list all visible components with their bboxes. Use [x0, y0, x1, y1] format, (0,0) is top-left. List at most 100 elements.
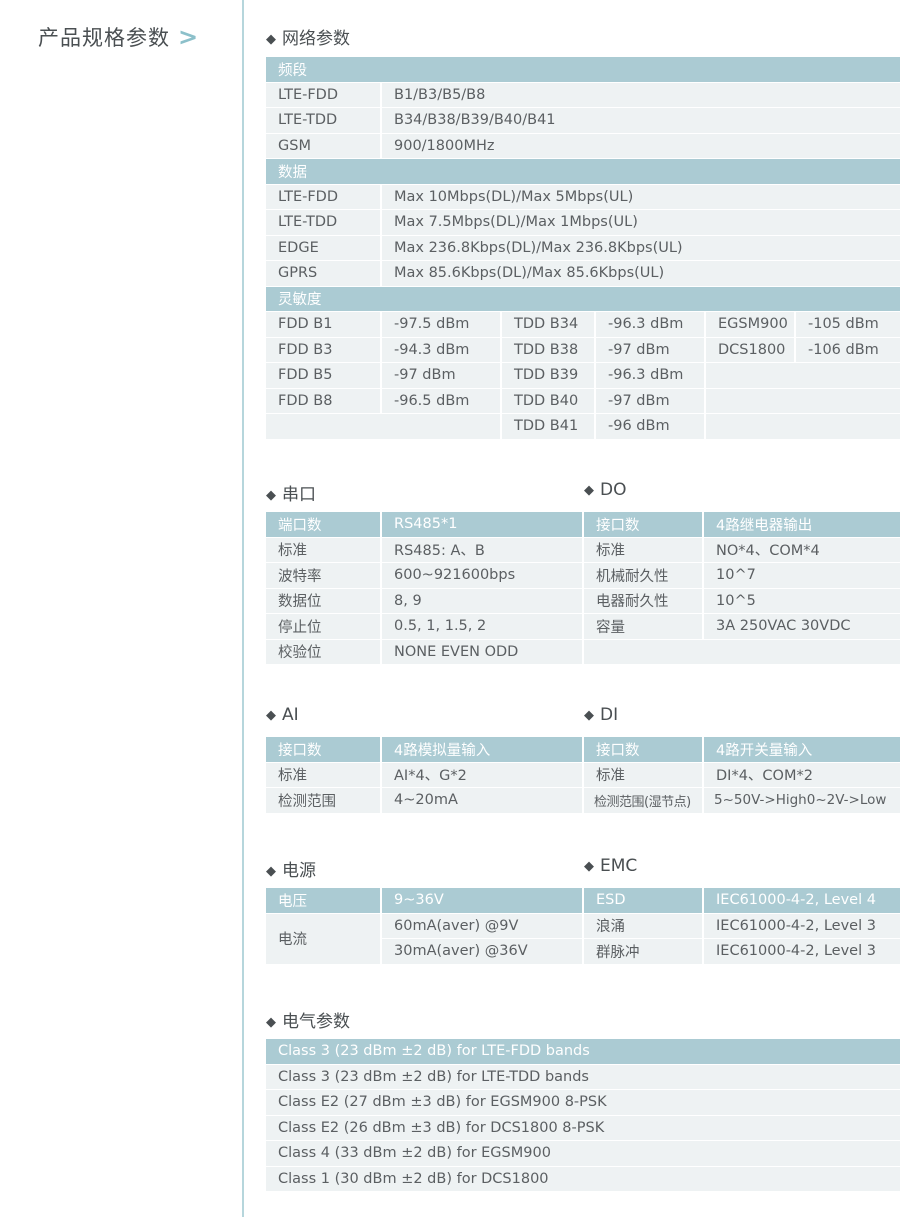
sens-cell: FDD B1 [266, 312, 380, 338]
row-label: 标准 [266, 537, 380, 563]
header-label: 端口数 [266, 512, 380, 538]
page-title: 产品规格参数 [38, 26, 170, 50]
table-row: 标准 AI*4、G*2 [266, 762, 582, 788]
table-row: 标准 RS485: A、B [266, 537, 582, 563]
power-header-row: 电压 9~36V [266, 888, 582, 914]
row-label: 检测范围(湿节点) [584, 788, 702, 814]
sens-cell: FDD B3 [266, 337, 380, 363]
data-name: LTE-FDD [266, 184, 380, 210]
diamond-bullet-icon: ◆ [266, 864, 276, 879]
do-header-row: 接口数 4路继电器输出 [584, 512, 900, 538]
table-row: 群脉冲 IEC61000-4-2, Level 3 [584, 939, 900, 965]
row-value: 10^7 [702, 563, 900, 589]
network-table: 频段 LTE-FDD B1/B3/B5/B8 LTE-TDD B34/B38/B39… [266, 57, 900, 440]
data-name: LTE-TDD [266, 210, 380, 236]
table-row: 电流 60mA(aver) @9V [266, 913, 582, 965]
table-row: Class E2 (26 dBm ±3 dB) for DCS1800 8-PS… [266, 1115, 900, 1141]
row-value: Class 4 (33 dBm ±2 dB) for EGSM900 [266, 1141, 900, 1167]
table-row: 标准 NO*4、COM*4 [584, 537, 900, 563]
table-row: 浪涌 IEC61000-4-2, Level 3 [584, 913, 900, 939]
row-label: 群脉冲 [584, 939, 702, 965]
emc-header-row: ESD IEC61000-4-2, Level 4 [584, 888, 900, 914]
section-title-di: ◆ DI [584, 705, 619, 725]
band-name: LTE-FDD [266, 82, 380, 108]
table-row: FDD B5 -97 dBm TDD B39 -96.3 dBm [266, 363, 900, 389]
row-label: 容量 [584, 614, 702, 640]
table-row: LTE-TDD B34/B38/B39/B40/B41 [266, 108, 900, 134]
electrical-table: Class 3 (23 dBm ±2 dB) for LTE-FDD bands… [266, 1039, 900, 1192]
empty-cell [704, 414, 900, 440]
row-label: 电器耐久性 [584, 588, 702, 614]
diamond-bullet-icon: ◆ [584, 708, 594, 723]
table-row: 机械耐久性 10^7 [584, 563, 900, 589]
section-title-network: ◆ 网络参数 [266, 29, 350, 49]
section-title-power: ◆ 电源 [266, 861, 316, 881]
band-header: 频段 [266, 57, 900, 83]
table-row: Class 1 (30 dBm ±2 dB) for DCS1800 [266, 1166, 900, 1192]
band-value: 900/1800MHz [380, 133, 900, 159]
power-table: 电压 9~36V 电流 60mA(aver) @9V 30mA(aver) @36V [266, 888, 582, 965]
row-label: 标准 [266, 762, 380, 788]
band-value: B34/B38/B39/B40/B41 [380, 108, 900, 134]
data-value: Max 7.5Mbps(DL)/Max 1Mbps(UL) [380, 210, 900, 236]
table-row: Class 3 (23 dBm ±2 dB) for LTE-TDD bands [266, 1064, 900, 1090]
section-title-emc: ◆ EMC [584, 856, 638, 876]
di-table: 接口数 4路开关量输入 标准 DI*4、COM*2 检测范围(湿节点) 5~50V->… [584, 737, 900, 814]
table-row: 检测范围 4~20mA [266, 788, 582, 814]
row-value: NO*4、COM*4 [702, 537, 900, 563]
row-value: 10^5 [702, 588, 900, 614]
data-value: Max 236.8Kbps(DL)/Max 236.8Kbps(UL) [380, 235, 900, 261]
empty-cell [704, 388, 900, 414]
diamond-bullet-icon: ◆ [584, 483, 594, 498]
table-row: 容量 3A 250VAC 30VDC [584, 614, 900, 640]
sens-cell: TDD B40 [500, 388, 594, 414]
table-row: 数据位 8, 9 [266, 588, 582, 614]
row-value: 4~20mA [380, 788, 582, 814]
sens-cell: TDD B34 [500, 312, 594, 338]
row-value: IEC61000-4-2, Level 3 [702, 939, 900, 965]
table-row: EDGE Max 236.8Kbps(DL)/Max 236.8Kbps(UL) [266, 235, 900, 261]
divider-line [242, 0, 244, 1217]
row-label: 停止位 [266, 614, 380, 640]
band-value: B1/B3/B5/B8 [380, 82, 900, 108]
sens-cell: DCS1800 [704, 337, 794, 363]
header-value: 4路模拟量输入 [380, 737, 582, 763]
sens-cell: -105 dBm [794, 312, 900, 338]
row-value: RS485: A、B [380, 537, 582, 563]
table-row: Class 4 (33 dBm ±2 dB) for EGSM900 [266, 1141, 900, 1167]
row-value: DI*4、COM*2 [702, 762, 900, 788]
diamond-bullet-icon: ◆ [266, 708, 276, 723]
table-row: LTE-TDD Max 7.5Mbps(DL)/Max 1Mbps(UL) [266, 210, 900, 236]
empty-cell [266, 414, 500, 440]
page-heading: 产品规格参数 > [38, 22, 199, 52]
ai-header-row: 接口数 4路模拟量输入 [266, 737, 582, 763]
row-label: 波特率 [266, 563, 380, 589]
band-name: GSM [266, 133, 380, 159]
row-label: 浪涌 [584, 913, 702, 939]
table-row: TDD B41 -96 dBm [266, 414, 900, 440]
row-value: 600~921600bps [380, 563, 582, 589]
row-label: 数据位 [266, 588, 380, 614]
row-value: NONE EVEN ODD [380, 639, 582, 665]
header-label: ESD [584, 888, 702, 914]
sens-cell: TDD B41 [500, 414, 594, 440]
row-value: Class 1 (30 dBm ±2 dB) for DCS1800 [266, 1166, 900, 1192]
chevron-right-icon: > [178, 23, 200, 51]
header-label: 接口数 [266, 737, 380, 763]
sens-cell: TDD B38 [500, 337, 594, 363]
row-value: Class 3 (23 dBm ±2 dB) for LTE-TDD bands [266, 1064, 900, 1090]
table-row: LTE-FDD B1/B3/B5/B8 [266, 82, 900, 108]
diamond-bullet-icon: ◆ [266, 1015, 276, 1030]
row-value: Class E2 (27 dBm ±3 dB) for EGSM900 8-PS… [266, 1090, 900, 1116]
row-label: 标准 [584, 537, 702, 563]
do-table: 接口数 4路继电器输出 标准 NO*4、COM*4 机械耐久性 10^7 电器耐久性 1… [584, 512, 900, 665]
row-label: 标准 [584, 762, 702, 788]
sens-cell: -96.5 dBm [380, 388, 500, 414]
header-label: 接口数 [584, 512, 702, 538]
table-row: FDD B3 -94.3 dBm TDD B38 -97 dBm DCS1800 -1… [266, 337, 900, 363]
empty-cell [704, 363, 900, 389]
section-title-electrical: ◆ 电气参数 [266, 1012, 350, 1032]
header-value: Class 3 (23 dBm ±2 dB) for LTE-FDD bands [266, 1039, 900, 1065]
row-value: AI*4、G*2 [380, 762, 582, 788]
sens-cell: -97 dBm [594, 337, 704, 363]
